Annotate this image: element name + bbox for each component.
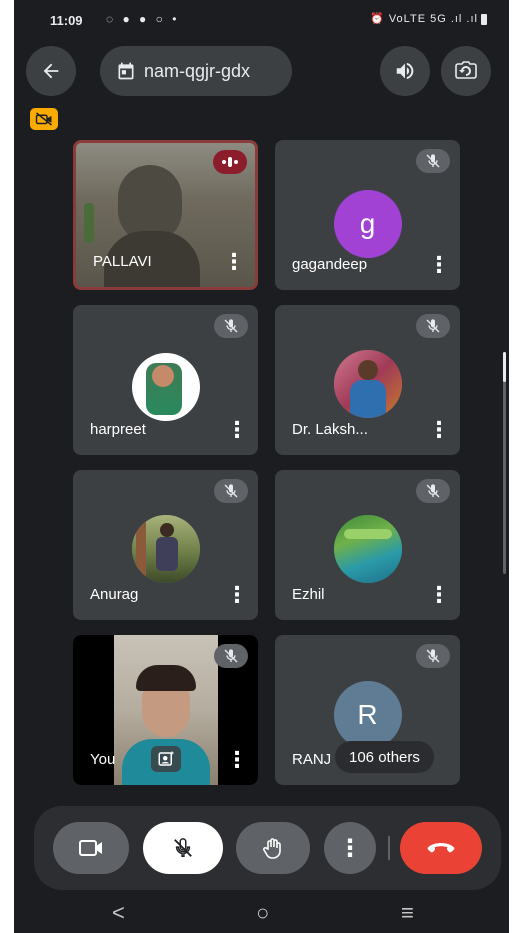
system-navigation-bar: < ○ ≡ xyxy=(14,896,509,933)
muted-indicator xyxy=(214,314,248,338)
muted-indicator xyxy=(416,149,450,173)
hand-icon xyxy=(263,838,281,859)
more-actions-button[interactable]: ⋮ xyxy=(324,822,376,874)
speaking-indicator xyxy=(213,150,247,174)
avatar: R xyxy=(333,681,402,749)
raise-hand-button[interactable] xyxy=(236,822,310,874)
audio-level-icon xyxy=(222,157,238,167)
more-options-button[interactable]: ⋮ xyxy=(428,584,450,608)
muted-indicator xyxy=(416,644,450,668)
participant-tile-ezhil[interactable]: Ezhil ⋮ xyxy=(275,470,460,620)
muted-indicator xyxy=(214,644,248,668)
camera-disabled-badge[interactable] xyxy=(30,108,58,130)
avatar xyxy=(333,515,402,583)
participant-name: Anurag xyxy=(90,586,139,603)
mic-off-icon xyxy=(426,319,440,333)
participant-name: Ezhil xyxy=(292,586,325,603)
speaker-icon xyxy=(396,62,414,80)
back-button[interactable] xyxy=(26,46,76,96)
video-camera-icon xyxy=(79,840,102,856)
switch-camera-button[interactable] xyxy=(441,46,491,96)
status-bar: 11:09 ◌ ● ● ○ • ⏰ VoLTE 5G .ıl .ıl xyxy=(14,0,509,40)
participant-tile-pallavi[interactable]: PALLAVI ⋮ xyxy=(73,140,258,290)
nav-home-button[interactable]: ○ xyxy=(256,900,269,926)
microphone-toggle-button[interactable] xyxy=(143,822,223,874)
avatar: g xyxy=(333,190,402,258)
participant-name: PALLAVI xyxy=(93,253,152,270)
participant-tile-anurag[interactable]: Anurag ⋮ xyxy=(73,470,258,620)
calendar-icon xyxy=(118,62,134,80)
participant-tile-self[interactable]: You ⋮ xyxy=(73,635,258,785)
participant-name: gagandeep xyxy=(292,256,368,273)
scrollbar-track[interactable] xyxy=(503,352,506,574)
mic-off-icon xyxy=(224,319,238,333)
mic-off-icon xyxy=(426,154,440,168)
hang-up-icon xyxy=(427,843,455,853)
mic-off-icon xyxy=(174,838,192,857)
switch-camera-icon xyxy=(455,61,477,79)
camera-toggle-button[interactable] xyxy=(53,822,129,874)
participant-name: harpreet xyxy=(90,421,146,438)
others-count-label: 106 others xyxy=(349,748,420,766)
arrow-left-icon xyxy=(43,63,59,79)
mic-off-icon xyxy=(426,649,440,663)
mic-off-icon xyxy=(426,484,440,498)
participant-tile-gagandeep[interactable]: g gagandeep ⋮ xyxy=(275,140,460,290)
participant-name: Dr. Laksh... xyxy=(292,421,368,438)
scrollbar-thumb[interactable] xyxy=(503,352,506,382)
controls-divider xyxy=(388,836,390,860)
nav-recents-button[interactable]: ≡ xyxy=(401,900,414,926)
more-options-button[interactable]: ⋮ xyxy=(226,749,248,773)
mic-off-icon xyxy=(224,649,238,663)
system-status-icons: ⏰ VoLTE 5G .ıl .ıl xyxy=(370,12,487,25)
mic-off-icon xyxy=(224,484,238,498)
meeting-info-button[interactable]: nam-qgjr-gdx xyxy=(100,46,292,96)
avatar-letter: g xyxy=(359,208,376,239)
avatar xyxy=(131,515,200,583)
meet-screen: 11:09 ◌ ● ● ○ • ⏰ VoLTE 5G .ıl .ıl nam-q… xyxy=(14,0,509,933)
participant-name: RANJ xyxy=(292,751,332,768)
call-controls: ⋮ xyxy=(34,806,501,890)
participant-tile-others[interactable]: R RANJ 106 others xyxy=(275,635,460,785)
meeting-code: nam-qgjr-gdx xyxy=(144,60,251,81)
more-options-button[interactable]: ⋮ xyxy=(226,584,248,608)
muted-indicator xyxy=(416,479,450,503)
battery-icon xyxy=(481,13,487,25)
status-time: 11:09 xyxy=(50,13,83,28)
nav-back-button[interactable]: < xyxy=(112,900,125,926)
portrait-effects-icon xyxy=(158,751,174,766)
effects-button[interactable] xyxy=(151,746,181,772)
camera-off-icon xyxy=(35,112,52,126)
audio-output-button[interactable] xyxy=(380,46,430,96)
more-options-button[interactable]: ⋮ xyxy=(428,254,450,278)
more-options-button[interactable]: ⋮ xyxy=(223,251,245,275)
participant-tile-harpreet[interactable]: harpreet ⋮ xyxy=(73,305,258,455)
more-options-button[interactable]: ⋮ xyxy=(226,419,248,443)
more-options-button[interactable]: ⋮ xyxy=(428,419,450,443)
signal-icons: ⏰ VoLTE 5G .ıl .ıl xyxy=(370,13,478,25)
muted-indicator xyxy=(416,314,450,338)
muted-indicator xyxy=(214,479,248,503)
notification-icons: ◌ ● ● ○ • xyxy=(106,12,180,26)
participant-name: You xyxy=(90,751,116,768)
avatar xyxy=(131,353,200,421)
avatar xyxy=(333,350,402,418)
end-call-button[interactable] xyxy=(400,822,482,874)
others-count-button[interactable]: 106 others xyxy=(335,741,434,773)
participant-tile-dr-laksh[interactable]: Dr. Laksh... ⋮ xyxy=(275,305,460,455)
avatar-letter: R xyxy=(357,699,378,730)
